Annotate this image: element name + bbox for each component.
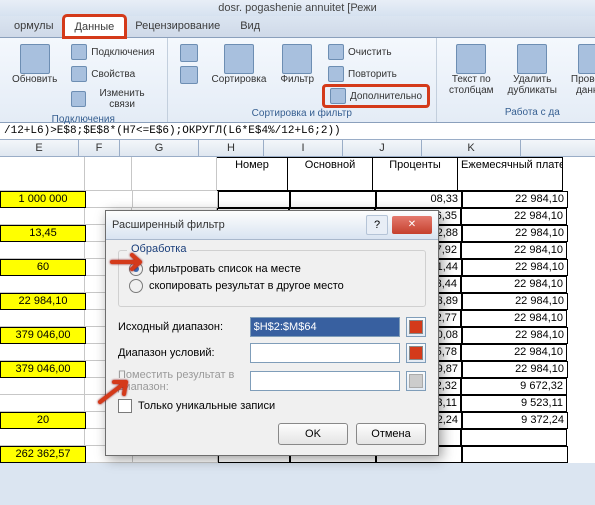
reapply-button[interactable]: Повторить	[324, 64, 428, 84]
formula-text[interactable]: /12+L6)>E$8;$E$8*(H7<=E$6);ОКРУГЛ(L6*E$4…	[4, 125, 341, 137]
label-source-range: Исходный диапазон:	[118, 321, 244, 333]
sort-asc-button[interactable]	[176, 42, 202, 64]
input-source-range[interactable]	[250, 317, 400, 337]
reapply-label: Повторить	[348, 69, 397, 80]
refresh-label: Обновить	[12, 74, 57, 85]
data-validation-button[interactable]: Проверка данных	[567, 42, 595, 98]
group-data-tools: Работа с да	[445, 107, 595, 118]
filter-label: Фильтр	[280, 74, 314, 85]
cancel-button[interactable]: Отмена	[356, 423, 426, 445]
dialog-help-button[interactable]: ?	[366, 215, 388, 235]
range-picker-criteria[interactable]	[406, 343, 426, 363]
range-icon	[409, 320, 423, 334]
sort-desc-button[interactable]	[176, 64, 202, 86]
chain-icon	[71, 91, 85, 107]
label-copy-to: Поместить результат в диапазон:	[118, 369, 244, 393]
text-to-columns-label: Текст по столбцам	[449, 74, 494, 96]
group-connections: Подключения	[8, 114, 159, 125]
clear-button[interactable]: Очистить	[324, 42, 428, 62]
data-validation-label: Проверка данных	[571, 74, 595, 96]
column-headers: E F G H I J K	[0, 140, 595, 157]
group-processing: Обработка	[127, 243, 190, 255]
ok-button[interactable]: OK	[278, 423, 348, 445]
range-picker-source[interactable]	[406, 317, 426, 337]
hdr-payment: Ежемесячный платеж	[458, 157, 563, 191]
group-sort-filter: Сортировка и фильтр	[176, 108, 428, 119]
ribbon-tabs: ормулы Данные Рецензирование Вид	[0, 16, 595, 38]
radio-copy-to-label: скопировать результат в другое место	[149, 280, 344, 292]
refresh-icon	[20, 44, 50, 74]
funnel-icon	[282, 44, 312, 74]
hdr-principal: Основной	[288, 157, 373, 191]
range-picker-copy-to	[406, 371, 426, 391]
ribbon: Обновить Подключения Свойства Изменить с…	[0, 38, 595, 123]
text-to-columns-button[interactable]: Текст по столбцам	[445, 42, 498, 98]
sort-label: Сортировка	[212, 74, 267, 85]
connections-label: Подключения	[91, 47, 154, 58]
tab-view[interactable]: Вид	[230, 16, 270, 37]
advanced-icon	[330, 88, 346, 104]
sort-button[interactable]: Сортировка	[208, 42, 271, 87]
radio-filter-in-place-label: фильтровать список на месте	[149, 263, 301, 275]
col-K[interactable]: K	[422, 140, 521, 156]
remove-duplicates-button[interactable]: Удалить дубликаты	[504, 42, 561, 98]
checkbox-unique-label: Только уникальные записи	[138, 400, 275, 412]
tab-formulas[interactable]: ормулы	[4, 16, 64, 37]
input-criteria-range[interactable]	[250, 343, 400, 363]
connections-button[interactable]: Подключения	[67, 42, 158, 62]
properties-button[interactable]: Свойства	[67, 64, 158, 84]
remove-duplicates-label: Удалить дубликаты	[508, 74, 557, 96]
radio-copy-to[interactable]	[129, 279, 143, 293]
properties-label: Свойства	[91, 69, 135, 80]
dup-icon	[517, 44, 547, 74]
col-H[interactable]: H	[199, 140, 264, 156]
dialog-close-button[interactable]: ✕	[392, 216, 432, 234]
repeat-icon	[328, 66, 344, 82]
col-J[interactable]: J	[343, 140, 422, 156]
columns-icon	[456, 44, 486, 74]
window-title: dosr. pogashenie annuitet [Режи	[0, 0, 595, 16]
checkbox-unique[interactable]	[118, 399, 132, 413]
input-copy-to	[250, 371, 400, 391]
advanced-filter-dialog: Расширенный фильтр ? ✕ Обработка фильтро…	[105, 210, 439, 456]
tab-data[interactable]: Данные	[64, 16, 126, 37]
hdr-percent: Проценты	[373, 157, 458, 191]
clear-label: Очистить	[348, 47, 392, 58]
sort-asc-icon	[180, 44, 198, 62]
table-row[interactable]: 1 000 00008,3322 984,10	[0, 191, 595, 208]
label-criteria-range: Диапазон условий:	[118, 347, 244, 359]
tab-review[interactable]: Рецензирование	[125, 16, 230, 37]
clear-icon	[328, 44, 344, 60]
filter-button[interactable]: Фильтр	[276, 42, 318, 87]
edit-links-label: Изменить связи	[90, 88, 155, 110]
refresh-button[interactable]: Обновить	[8, 42, 61, 87]
advanced-label: Дополнительно	[350, 91, 422, 102]
edit-links-button[interactable]: Изменить связи	[67, 86, 158, 112]
formula-bar: /12+L6)>E$8;$E$8*(H7<=E$6);ОКРУГЛ(L6*E$4…	[0, 123, 595, 140]
sort-icon	[224, 44, 254, 74]
hdr-number: Номер	[217, 157, 288, 191]
props-icon	[71, 66, 87, 82]
col-F[interactable]: F	[79, 140, 120, 156]
dialog-title: Расширенный фильтр	[112, 219, 366, 231]
col-E[interactable]: E	[0, 140, 79, 156]
col-G[interactable]: G	[120, 140, 199, 156]
sort-desc-icon	[180, 66, 198, 84]
col-I[interactable]: I	[264, 140, 343, 156]
check-icon	[578, 44, 595, 74]
advanced-filter-button[interactable]: Дополнительно	[324, 86, 428, 106]
link-icon	[71, 44, 87, 60]
radio-filter-in-place[interactable]	[129, 262, 143, 276]
range-icon	[409, 346, 423, 360]
range-icon	[409, 374, 423, 388]
